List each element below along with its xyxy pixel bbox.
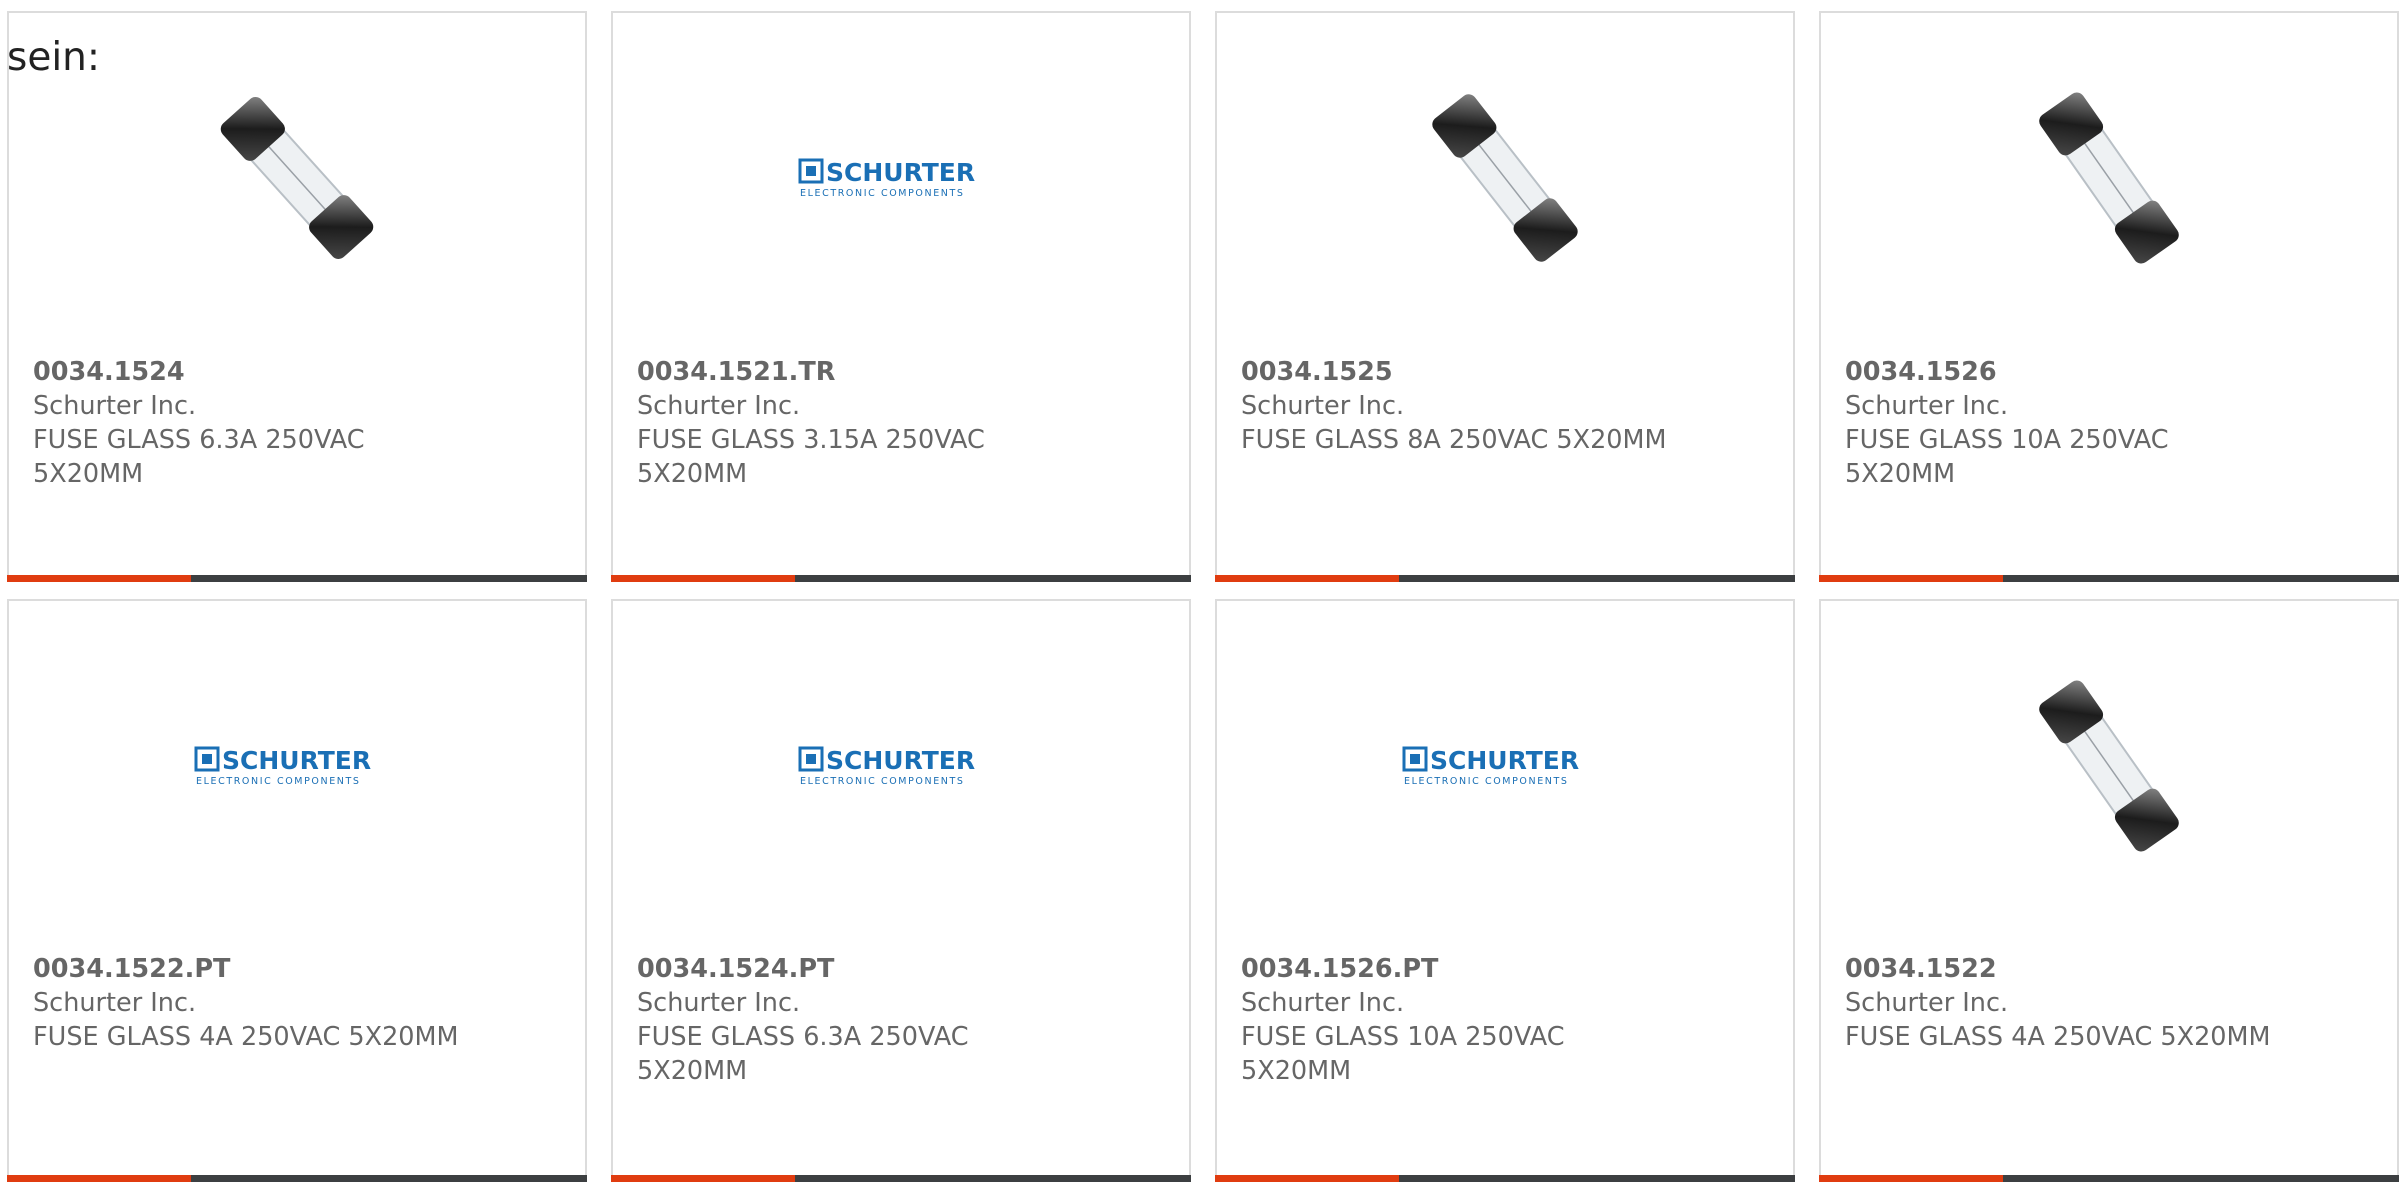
part-number[interactable]: 0034.1524 bbox=[33, 355, 561, 389]
product-card[interactable]: SCHURTER ELECTRONIC COMPONENTS 0034.1521… bbox=[611, 11, 1191, 582]
manufacturer: Schurter Inc. bbox=[637, 988, 801, 1018]
card-footer-bar bbox=[1215, 575, 1795, 582]
product-image[interactable]: SCHURTER ELECTRONIC COMPONENTS bbox=[1217, 601, 1793, 931]
logo-tagline: ELECTRONIC COMPONENTS bbox=[800, 188, 965, 199]
product-info: 0034.1522.PT Schurter Inc. FUSE GLASS 4A… bbox=[33, 952, 561, 1054]
schurter-logo: SCHURTER ELECTRONIC COMPONENTS bbox=[194, 746, 371, 787]
fuse-image bbox=[220, 97, 374, 259]
product-card[interactable]: 0034.1526 Schurter Inc. FUSE GLASS 10A 2… bbox=[1819, 11, 2399, 582]
manufacturer: Schurter Inc. bbox=[1241, 988, 1405, 1018]
card-footer-bar bbox=[1819, 1175, 2399, 1182]
description: FUSE GLASS 10A 250VAC 5X20MM bbox=[1845, 425, 2169, 489]
schurter-logo: SCHURTER ELECTRONIC COMPONENTS bbox=[798, 746, 975, 787]
manufacturer: Schurter Inc. bbox=[33, 391, 197, 421]
logo-tagline: ELECTRONIC COMPONENTS bbox=[800, 776, 965, 787]
product-info: 0034.1525 Schurter Inc. FUSE GLASS 8A 25… bbox=[1241, 355, 1769, 457]
product-image[interactable] bbox=[1217, 13, 1793, 343]
manufacturer: Schurter Inc. bbox=[1845, 988, 2009, 1018]
fuse-image bbox=[2039, 92, 2179, 264]
manufacturer: Schurter Inc. bbox=[1241, 391, 1405, 421]
logo-tagline: ELECTRONIC COMPONENTS bbox=[1404, 776, 1569, 787]
card-footer-bar bbox=[7, 575, 587, 582]
intro-text: sein: bbox=[7, 35, 101, 80]
manufacturer: Schurter Inc. bbox=[33, 988, 197, 1018]
part-number[interactable]: 0034.1522 bbox=[1845, 952, 2373, 986]
part-number[interactable]: 0034.1526 bbox=[1845, 355, 2373, 389]
description: FUSE GLASS 4A 250VAC 5X20MM bbox=[1845, 1022, 2271, 1052]
card-footer-bar bbox=[1215, 1175, 1795, 1182]
manufacturer: Schurter Inc. bbox=[637, 391, 801, 421]
description: FUSE GLASS 6.3A 250VAC 5X20MM bbox=[637, 1022, 969, 1086]
card-footer-bar bbox=[1819, 575, 2399, 582]
product-card[interactable]: 0034.1524 Schurter Inc. FUSE GLASS 6.3A … bbox=[7, 11, 587, 582]
description: FUSE GLASS 3.15A 250VAC 5X20MM bbox=[637, 425, 985, 489]
part-number[interactable]: 0034.1524.PT bbox=[637, 952, 1165, 986]
product-image[interactable]: SCHURTER ELECTRONIC COMPONENTS bbox=[9, 601, 585, 931]
product-image[interactable] bbox=[1821, 601, 2397, 931]
fuse-image bbox=[2039, 680, 2179, 852]
product-info: 0034.1526.PT Schurter Inc. FUSE GLASS 10… bbox=[1241, 952, 1769, 1088]
fuse-image bbox=[1432, 94, 1578, 262]
product-card[interactable]: 0034.1525 Schurter Inc. FUSE GLASS 8A 25… bbox=[1215, 11, 1795, 582]
card-footer-bar bbox=[611, 575, 1191, 582]
part-number[interactable]: 0034.1525 bbox=[1241, 355, 1769, 389]
part-number[interactable]: 0034.1522.PT bbox=[33, 952, 561, 986]
logo-name: SCHURTER bbox=[826, 158, 975, 187]
product-info: 0034.1521.TR Schurter Inc. FUSE GLASS 3.… bbox=[637, 355, 1165, 491]
product-image[interactable] bbox=[1821, 13, 2397, 343]
description: FUSE GLASS 6.3A 250VAC 5X20MM bbox=[33, 425, 365, 489]
product-info: 0034.1524.PT Schurter Inc. FUSE GLASS 6.… bbox=[637, 952, 1165, 1088]
description: FUSE GLASS 8A 250VAC 5X20MM bbox=[1241, 425, 1667, 455]
logo-name: SCHURTER bbox=[826, 746, 975, 775]
schurter-logo: SCHURTER ELECTRONIC COMPONENTS bbox=[1402, 746, 1579, 787]
product-card[interactable]: SCHURTER ELECTRONIC COMPONENTS 0034.1526… bbox=[1215, 599, 1795, 1182]
product-image[interactable]: SCHURTER ELECTRONIC COMPONENTS bbox=[613, 601, 1189, 931]
logo-name: SCHURTER bbox=[222, 746, 371, 775]
part-number[interactable]: 0034.1526.PT bbox=[1241, 952, 1769, 986]
description: FUSE GLASS 10A 250VAC 5X20MM bbox=[1241, 1022, 1565, 1086]
product-card[interactable]: 0034.1522 Schurter Inc. FUSE GLASS 4A 25… bbox=[1819, 599, 2399, 1182]
product-card[interactable]: SCHURTER ELECTRONIC COMPONENTS 0034.1524… bbox=[611, 599, 1191, 1182]
part-number[interactable]: 0034.1521.TR bbox=[637, 355, 1165, 389]
product-info: 0034.1524 Schurter Inc. FUSE GLASS 6.3A … bbox=[33, 355, 561, 491]
card-footer-bar bbox=[7, 1175, 587, 1182]
product-grid: 0034.1524 Schurter Inc. FUSE GLASS 6.3A … bbox=[7, 11, 2400, 1182]
product-image[interactable]: SCHURTER ELECTRONIC COMPONENTS bbox=[613, 13, 1189, 343]
logo-tagline: ELECTRONIC COMPONENTS bbox=[196, 776, 361, 787]
card-footer-bar bbox=[611, 1175, 1191, 1182]
schurter-logo: SCHURTER ELECTRONIC COMPONENTS bbox=[798, 158, 975, 199]
product-card[interactable]: SCHURTER ELECTRONIC COMPONENTS 0034.1522… bbox=[7, 599, 587, 1182]
logo-name: SCHURTER bbox=[1430, 746, 1579, 775]
manufacturer: Schurter Inc. bbox=[1845, 391, 2009, 421]
description: FUSE GLASS 4A 250VAC 5X20MM bbox=[33, 1022, 459, 1052]
product-info: 0034.1522 Schurter Inc. FUSE GLASS 4A 25… bbox=[1845, 952, 2373, 1054]
product-info: 0034.1526 Schurter Inc. FUSE GLASS 10A 2… bbox=[1845, 355, 2373, 491]
